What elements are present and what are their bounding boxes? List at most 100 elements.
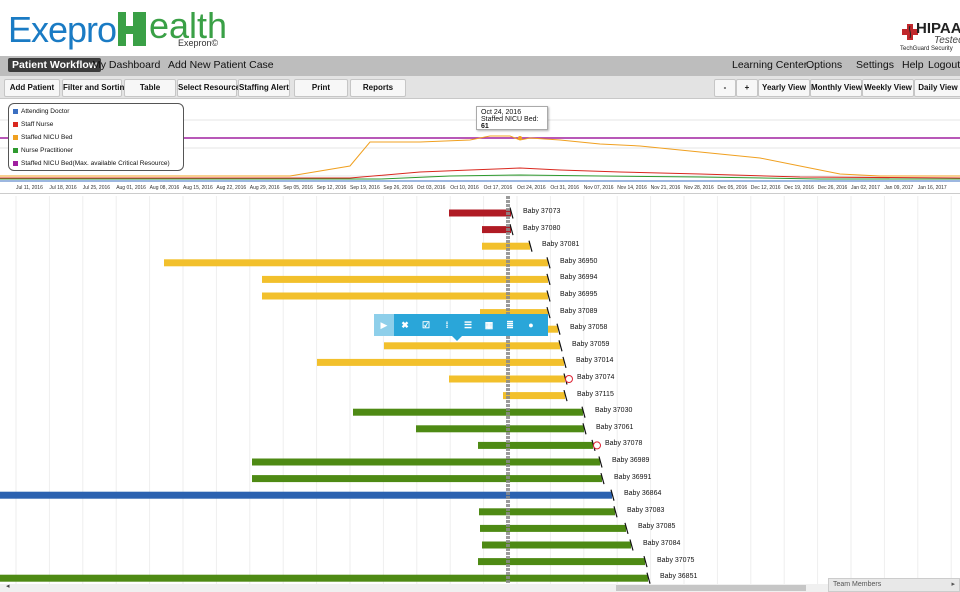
team-members-panel[interactable]: Team Members ▸ — [828, 578, 960, 592]
task-label[interactable]: Baby 36995 — [560, 291, 597, 298]
axis-date-label: Dec 26, 2016 — [817, 185, 848, 191]
close-icon[interactable]: ✖ — [396, 314, 414, 336]
nav-my-dashboard[interactable]: My Dashboard — [92, 59, 160, 71]
task-label[interactable]: Baby 37061 — [596, 424, 633, 431]
play-icon[interactable]: ▶ — [374, 314, 394, 336]
nav-options[interactable]: Options — [806, 59, 842, 71]
axis-date-label: Aug 01, 2016 — [116, 185, 146, 191]
task-label[interactable]: Baby 37085 — [638, 523, 675, 530]
table-button[interactable]: Table — [124, 79, 176, 97]
reports-button[interactable]: Reports — [350, 79, 406, 97]
task-bar[interactable] — [478, 558, 645, 566]
select-resources-button[interactable]: Select Resources — [177, 79, 245, 97]
task-label[interactable]: Baby 37084 — [643, 540, 680, 547]
task-label[interactable]: Baby 37059 — [572, 341, 609, 348]
calendar-icon[interactable]: ▦ — [480, 314, 498, 336]
tooltip-date: Oct 24, 2016 — [481, 109, 522, 116]
axis-date-label: Nov 21, 2016 — [650, 185, 681, 191]
task-bar[interactable] — [317, 358, 564, 366]
axis-date-label: Jul 11, 2016 — [16, 185, 43, 191]
team-members-label: Team Members — [833, 581, 882, 588]
hipaa-badge: HIPAA Tested TechGuard Security — [896, 20, 960, 54]
task-bar[interactable] — [0, 574, 648, 582]
warning-icon — [565, 375, 573, 383]
tooltip-label: Staffed NICU Bed: — [481, 116, 539, 123]
task-bar[interactable] — [262, 275, 548, 283]
axis-date-label: Oct 03, 2016 — [416, 185, 446, 191]
axis-date-label: Sep 19, 2016 — [350, 185, 380, 191]
task-bar[interactable] — [164, 259, 548, 267]
nav-add-new-patient-case[interactable]: Add New Patient Case — [168, 59, 274, 71]
task-bar[interactable] — [262, 292, 548, 300]
task-bar[interactable] — [503, 392, 565, 400]
staffing-alert-button[interactable]: Staffing Alert — [238, 79, 290, 97]
hipaa-subtitle: Tested — [934, 35, 960, 46]
axis-date-label: Dec 05, 2016 — [717, 185, 748, 191]
axis-date-label: Jul 25, 2016 — [82, 185, 111, 191]
nav-patient-workflow[interactable]: Patient Workflow — [8, 58, 101, 72]
task-bar[interactable] — [482, 541, 631, 549]
task-label[interactable]: Baby 37073 — [523, 208, 560, 215]
print-button[interactable]: Print — [294, 79, 348, 97]
scrollbar-thumb[interactable] — [616, 585, 806, 591]
task-bar[interactable] — [480, 524, 626, 532]
task-label[interactable]: Baby 37080 — [523, 225, 560, 232]
zoom-out-button[interactable]: - — [714, 79, 736, 97]
task-label[interactable]: Baby 37115 — [577, 391, 614, 398]
task-label[interactable]: Baby 37083 — [627, 507, 664, 514]
user-icon[interactable]: ● — [522, 314, 540, 336]
chevron-right-icon[interactable]: ▸ — [951, 579, 955, 591]
monthly-view-button[interactable]: Monthly View — [810, 79, 862, 97]
edit-icon[interactable]: ☰ — [459, 314, 477, 336]
task-label[interactable]: Baby 37089 — [560, 308, 597, 315]
task-label[interactable]: Baby 37030 — [595, 407, 632, 414]
horizontal-scrollbar[interactable]: ◂ — [0, 582, 828, 592]
split-icon[interactable]: ⁞ — [438, 314, 456, 336]
axis-date-label: Jul 18, 2016 — [49, 185, 77, 191]
filter-sorting-button[interactable]: Filter and Sorting — [62, 79, 129, 97]
task-label[interactable]: Baby 36989 — [612, 457, 649, 464]
nav-learning-center[interactable]: Learning Center — [732, 59, 807, 71]
daily-view-button[interactable]: Daily View — [914, 79, 960, 97]
task-label[interactable]: Baby 36991 — [614, 474, 651, 481]
task-label[interactable]: Baby 37081 — [542, 241, 579, 248]
scroll-left-icon[interactable]: ◂ — [6, 582, 10, 590]
task-bar[interactable] — [478, 441, 593, 449]
brand-name-part-1: Exepron — [8, 9, 136, 50]
task-bar[interactable] — [479, 508, 615, 516]
check-icon[interactable]: ☑ — [417, 314, 435, 336]
weekly-view-button[interactable]: Weekly View — [862, 79, 914, 97]
task-label[interactable]: Baby 36864 — [624, 490, 661, 497]
task-label[interactable]: Baby 37078 — [605, 440, 642, 447]
axis-date-label: Sep 12, 2016 — [316, 185, 347, 191]
task-label[interactable]: Baby 37075 — [657, 557, 694, 564]
gantt-chart — [0, 196, 952, 584]
task-bar[interactable] — [384, 342, 560, 350]
axis-date-label: Nov 07, 2016 — [583, 185, 614, 191]
task-bar[interactable] — [416, 425, 584, 433]
axis-date-label: Oct 17, 2016 — [483, 185, 513, 191]
task-bar[interactable] — [252, 458, 600, 466]
nav-help[interactable]: Help — [902, 59, 924, 71]
axis-date-label: Jan 16, 2017 — [917, 185, 947, 191]
add-patient-button[interactable]: Add Patient — [4, 79, 60, 97]
task-label[interactable]: Baby 37074 — [577, 374, 614, 381]
zoom-in-button[interactable]: + — [736, 79, 758, 97]
task-label[interactable]: Baby 36994 — [560, 274, 597, 281]
task-bar[interactable] — [252, 475, 602, 483]
task-bar[interactable] — [449, 209, 511, 217]
task-bar[interactable] — [353, 408, 583, 416]
yearly-view-button[interactable]: Yearly View — [758, 79, 810, 97]
task-label[interactable]: Baby 37058 — [570, 324, 607, 331]
nav-settings[interactable]: Settings — [856, 59, 894, 71]
task-label[interactable]: Baby 36851 — [660, 573, 697, 580]
nav-logout[interactable]: Logout — [928, 59, 960, 71]
list-icon[interactable]: ≣ — [501, 314, 519, 336]
axis-date-label: Oct 31, 2016 — [550, 185, 580, 191]
task-label[interactable]: Baby 36950 — [560, 258, 597, 265]
task-bar[interactable] — [0, 491, 612, 499]
brand-subtitle: Exepron© — [178, 38, 219, 48]
tooltip-value: 61 — [481, 123, 489, 130]
axis-date-label: Sep 05, 2016 — [283, 185, 313, 191]
task-label[interactable]: Baby 37014 — [576, 357, 613, 364]
